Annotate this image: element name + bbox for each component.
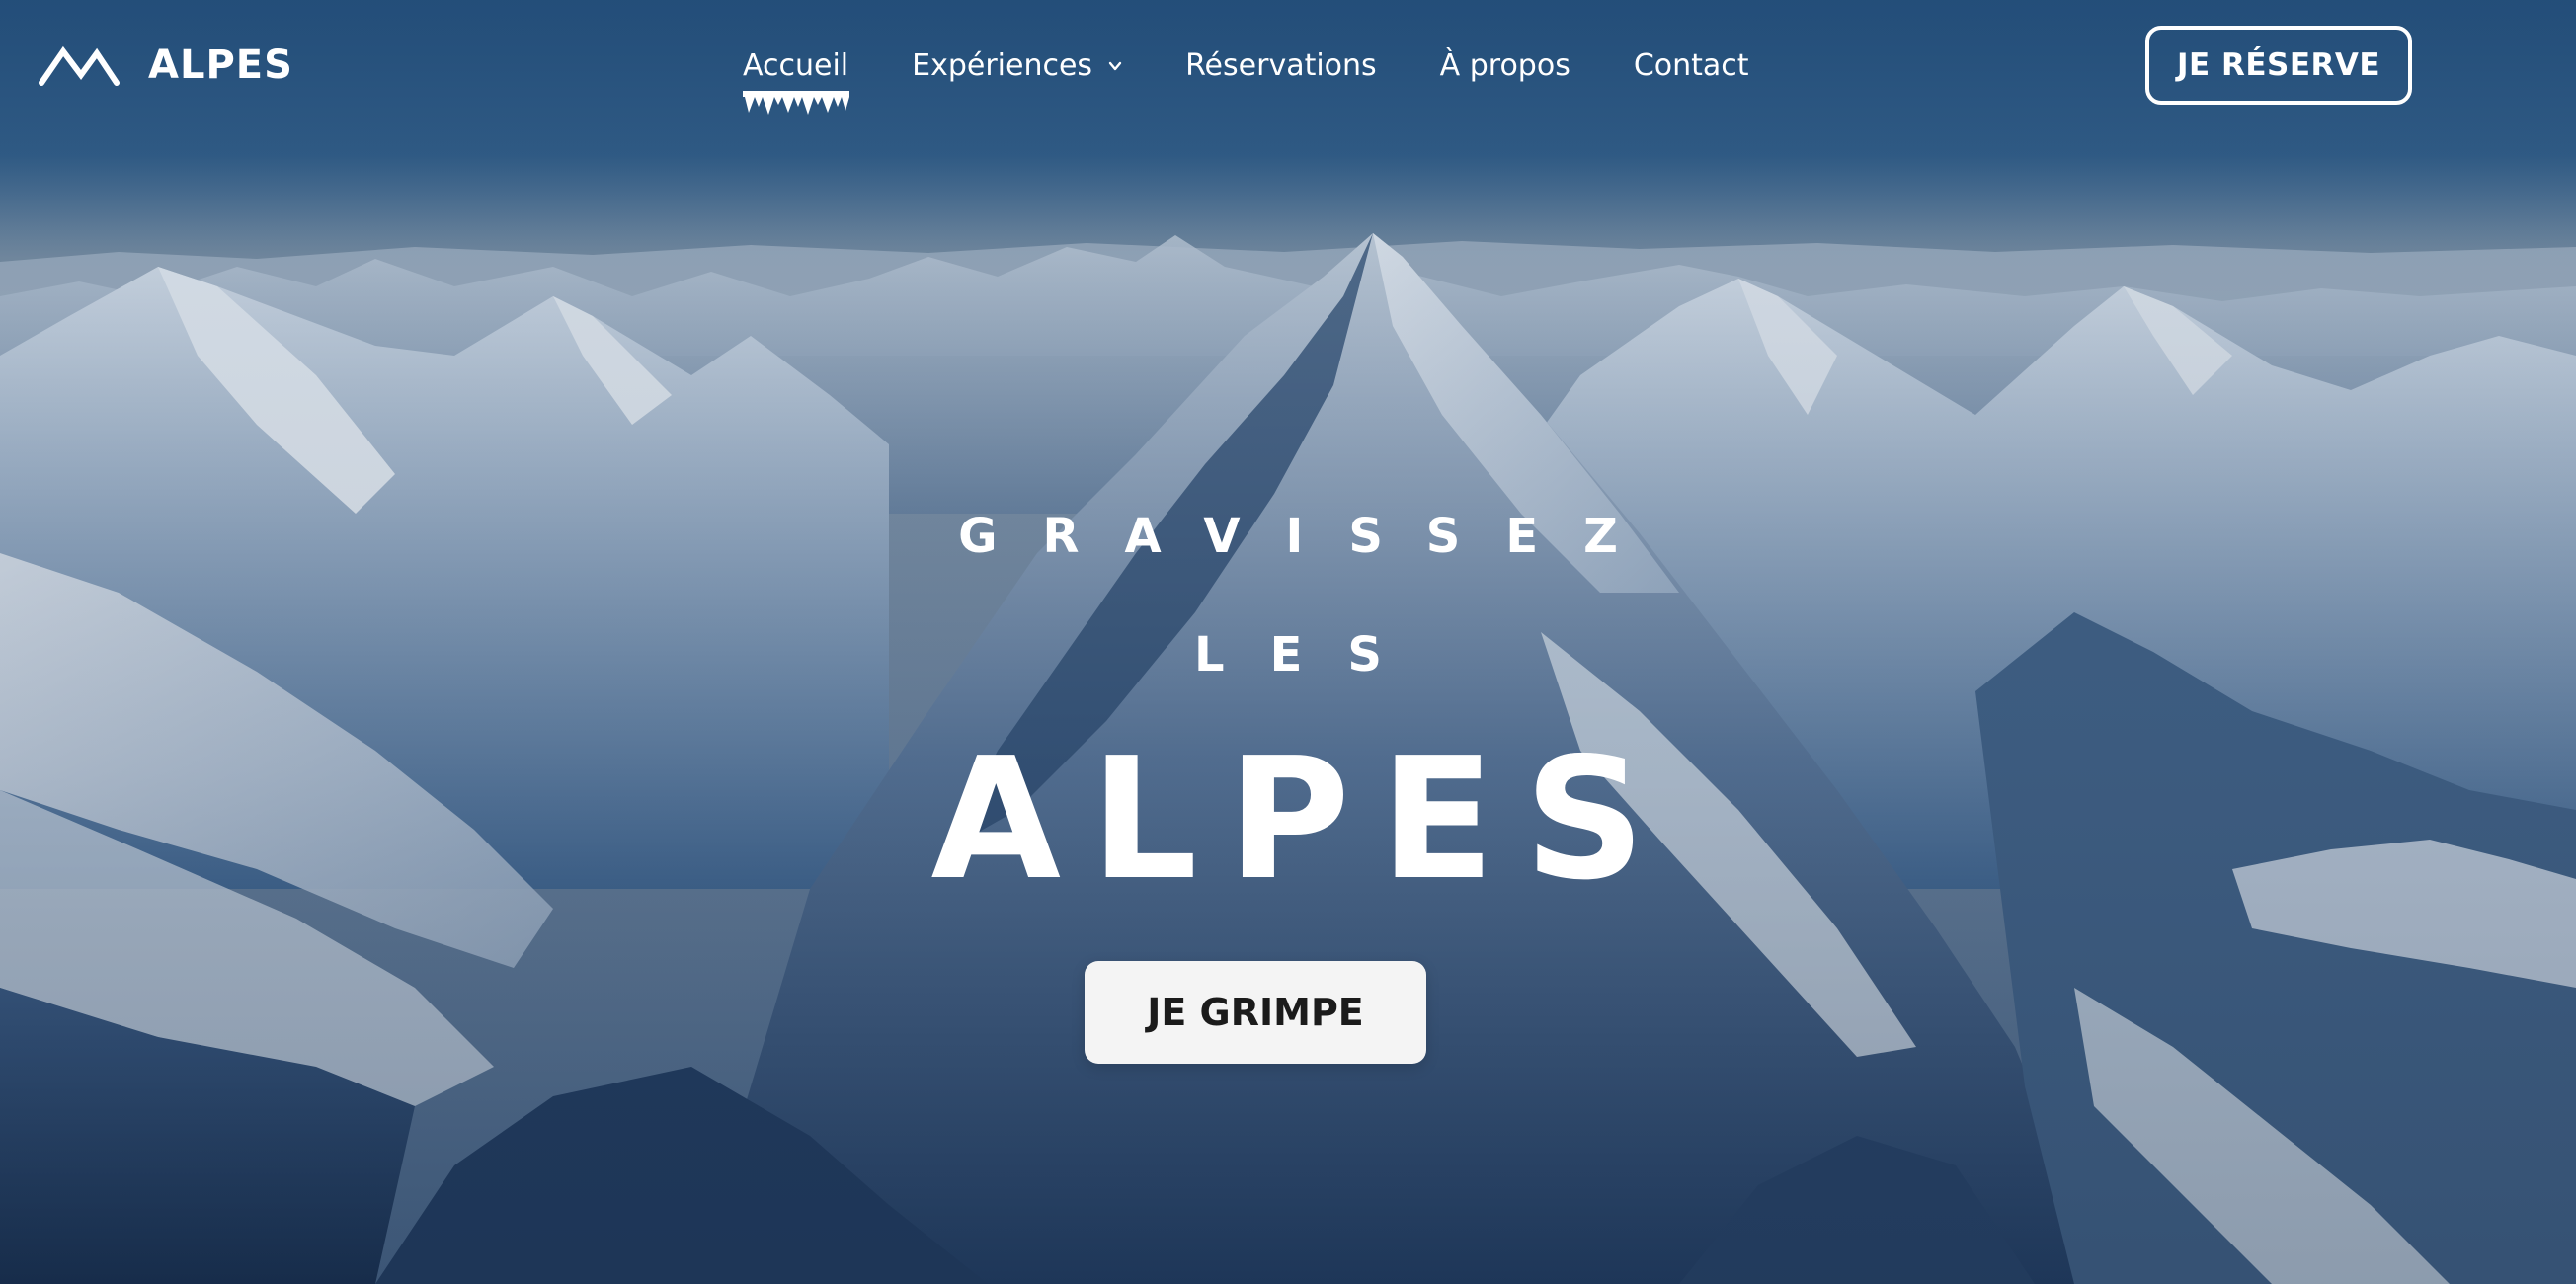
nav-item-a-propos[interactable]: À propos — [1440, 38, 1570, 93]
icicle-active-indicator-icon — [743, 91, 849, 115]
nav-item-label: Expériences — [912, 47, 1093, 83]
hero-line-les: LES — [1194, 627, 1427, 682]
hero-title: ALPES — [930, 722, 1675, 918]
nav-item-accueil[interactable]: Accueil — [743, 38, 849, 115]
site-header: ALPES Accueil Expériences Réservations À… — [0, 0, 2576, 130]
reserve-button[interactable]: JE RÉSERVE — [2145, 26, 2412, 105]
nav-item-experiences[interactable]: Expériences — [912, 38, 1122, 93]
chevron-down-icon — [1108, 61, 1122, 71]
climb-button[interactable]: JE GRIMPE — [1085, 961, 1426, 1064]
mountain-icon — [39, 45, 120, 86]
hero-line-gravissez: GRAVISSEZ — [958, 509, 1663, 564]
nav-item-label: À propos — [1439, 47, 1570, 83]
nav-item-label: Contact — [1633, 47, 1749, 83]
brand-name: ALPES — [148, 42, 293, 88]
nav-item-contact[interactable]: Contact — [1634, 38, 1749, 93]
brand-logo-link[interactable]: ALPES — [38, 38, 293, 93]
nav-item-reservations[interactable]: Réservations — [1185, 38, 1377, 93]
nav-item-label: Accueil — [743, 47, 849, 83]
main-nav: Accueil Expériences Réservations À propo… — [743, 38, 1749, 115]
page: ALPES Accueil Expériences Réservations À… — [0, 0, 2576, 1284]
nav-item-label: Réservations — [1185, 47, 1377, 83]
